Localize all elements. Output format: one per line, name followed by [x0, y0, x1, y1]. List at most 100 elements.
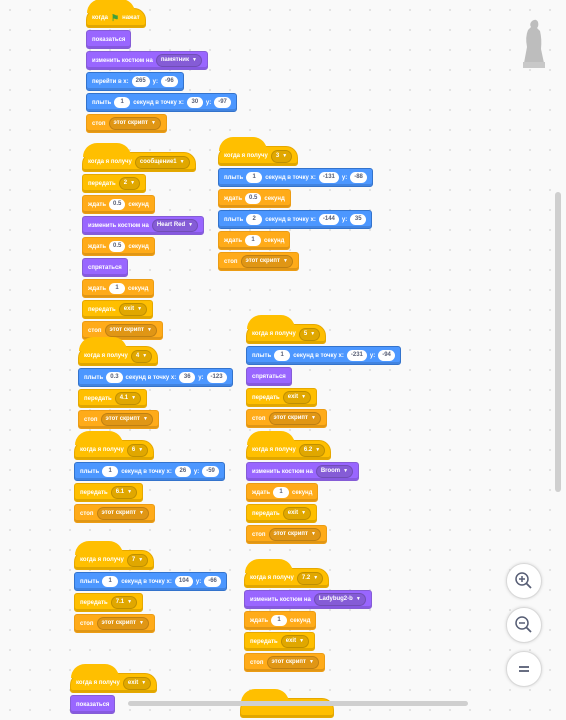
script-stack[interactable]: когда я получу 4 ▼ плыть 0.3 секунд в точку x… — [78, 336, 233, 431]
hat-block[interactable]: когда ⚑ нажат — [86, 0, 146, 28]
number-input[interactable]: -144 — [318, 214, 339, 225]
block-dropdown[interactable]: этот скрипт ▼ — [240, 255, 293, 268]
control-block[interactable]: стоп этот скрипт ▼ — [246, 525, 327, 544]
block-dropdown[interactable]: Broom ▼ — [315, 465, 354, 478]
number-input[interactable]: 104 — [174, 576, 193, 587]
control-block[interactable]: стоп этот скрипт ▼ — [86, 114, 167, 133]
hat-block[interactable]: когда я получу exit ▼ — [70, 664, 158, 693]
number-input[interactable]: 265 — [131, 76, 150, 87]
motion-block[interactable]: плыть 1 секунд в точку x: 30 y: -97 — [86, 93, 237, 112]
hat-block[interactable]: когда я получу 5 ▼ — [246, 315, 327, 344]
events-block[interactable]: передать exit ▼ — [244, 632, 316, 651]
script-stack[interactable]: когда я получу 3 ▼ плыть 1 секунд в точку x: -… — [218, 136, 373, 273]
block-dropdown[interactable]: 6 ▼ — [126, 443, 149, 457]
looks-block[interactable]: спрятаться — [246, 367, 292, 386]
motion-block[interactable]: плыть 2 секунд в точку x: -144 y: 35 — [218, 210, 373, 229]
script-stack[interactable]: когда я получу 7 ▼ плыть 1 секунд в точку x: 1… — [74, 540, 227, 635]
zoom-reset-button[interactable] — [506, 651, 542, 687]
number-input[interactable]: -97 — [214, 97, 231, 108]
hat-block[interactable]: когда я получу 3 ▼ — [218, 137, 299, 166]
control-block[interactable]: ждать 1 секунд — [218, 231, 291, 250]
number-input[interactable]: 1 — [271, 615, 288, 626]
script-stack[interactable]: когда я получу exit ▼ показаться — [70, 663, 158, 716]
block-dropdown[interactable]: Heart Red ▼ — [151, 219, 199, 232]
number-input[interactable]: 1 — [102, 466, 119, 477]
number-input[interactable]: 0.5 — [109, 241, 126, 252]
number-input[interactable]: -88 — [350, 172, 367, 183]
number-input[interactable]: 1 — [109, 283, 126, 294]
block-dropdown[interactable]: 4 ▼ — [130, 349, 153, 363]
number-input[interactable]: -96 — [161, 76, 178, 87]
block-dropdown[interactable]: памятник ▼ — [155, 54, 202, 67]
zoom-out-button[interactable] — [506, 607, 542, 643]
horizontal-scrollbar[interactable] — [128, 701, 468, 706]
number-input[interactable]: 1 — [274, 350, 291, 361]
vertical-scrollbar[interactable] — [555, 192, 561, 492]
block-dropdown[interactable]: сообщение1 ▼ — [134, 155, 190, 169]
block-dropdown[interactable]: 7.1 ▼ — [110, 596, 138, 609]
block-dropdown[interactable]: этот скрипт ▼ — [96, 617, 149, 630]
block-dropdown[interactable]: 3 ▼ — [270, 149, 293, 163]
number-input[interactable]: 1 — [102, 576, 119, 587]
number-input[interactable]: -123 — [206, 372, 227, 383]
events-block[interactable]: передать exit ▼ — [246, 388, 318, 407]
number-input[interactable]: 0.5 — [245, 193, 262, 204]
script-stack[interactable]: когда ⚑ нажат показаться изменить костюм на п… — [86, 0, 237, 135]
number-input[interactable]: 26 — [174, 466, 191, 477]
number-input[interactable]: 35 — [350, 214, 367, 225]
script-stack[interactable]: когда я получу 5 ▼ плыть 1 секунд в точку x: -… — [246, 314, 401, 430]
motion-block[interactable]: плыть 1 секунд в точку x: -131 y: -88 — [218, 168, 373, 187]
block-dropdown[interactable]: Ladybug2-b ▼ — [313, 593, 366, 606]
events-block[interactable]: передать 2 ▼ — [82, 174, 147, 193]
block-dropdown[interactable]: этот скрипт ▼ — [266, 656, 319, 669]
control-block[interactable]: ждать 0.5 секунд — [218, 189, 291, 208]
control-block[interactable]: стоп этот скрипт ▼ — [78, 410, 159, 429]
number-input[interactable]: 1 — [114, 97, 131, 108]
events-block[interactable]: передать 4.1 ▼ — [78, 389, 148, 408]
block-dropdown[interactable]: exit ▼ — [280, 635, 310, 648]
block-dropdown[interactable]: этот скрипт ▼ — [100, 413, 153, 426]
number-input[interactable]: 1 — [273, 487, 290, 498]
number-input[interactable]: 30 — [186, 97, 203, 108]
number-input[interactable]: -94 — [378, 350, 395, 361]
hat-block[interactable]: когда я получу 7 ▼ — [74, 541, 155, 570]
control-block[interactable]: ждать 1 секунд — [246, 483, 319, 502]
zoom-in-button[interactable] — [506, 563, 542, 599]
number-input[interactable]: -231 — [346, 350, 367, 361]
hat-block[interactable]: когда я получу сообщение1 ▼ — [82, 143, 196, 172]
script-stack[interactable]: когда я получу 7.2 ▼ изменить костюм на Lady… — [244, 558, 372, 674]
block-dropdown[interactable]: этот скрипт ▼ — [268, 412, 321, 425]
looks-block[interactable]: спрятаться — [82, 258, 128, 277]
motion-block[interactable]: плыть 1 секунд в точку x: -231 y: -94 — [246, 346, 401, 365]
control-block[interactable]: ждать 0.5 секунд — [82, 237, 155, 256]
control-block[interactable]: стоп этот скрипт ▼ — [74, 504, 155, 523]
control-block[interactable]: ждать 0.5 секунд — [82, 195, 155, 214]
code-workspace[interactable]: когда ⚑ нажат показаться изменить костюм на п… — [0, 0, 566, 718]
hat-block[interactable]: когда я получу 7.2 ▼ — [244, 559, 330, 588]
block-dropdown[interactable]: этот скрипт ▼ — [108, 117, 161, 130]
number-input[interactable]: 1 — [245, 235, 262, 246]
block-dropdown[interactable]: exit ▼ — [282, 391, 312, 404]
script-stack[interactable]: когда я получу 6 ▼ плыть 1 секунд в точку x: 2… — [74, 430, 225, 525]
control-block[interactable]: стоп этот скрипт ▼ — [244, 653, 325, 672]
script-stack[interactable]: когда я получу сообщение1 ▼ передать 2 ▼ ждать… — [82, 142, 205, 342]
motion-block[interactable]: перейти в x: 265 y: -96 — [86, 72, 184, 91]
looks-block[interactable]: изменить костюм на Heart Red ▼ — [82, 216, 205, 235]
number-input[interactable]: 36 — [179, 372, 196, 383]
script-stack[interactable]: когда я получу 6.2 ▼ изменить костюм на Broo… — [246, 430, 360, 546]
looks-block[interactable]: изменить костюм на Ladybug2-b ▼ — [244, 590, 372, 609]
block-dropdown[interactable]: 7 ▼ — [126, 553, 149, 567]
looks-block[interactable]: показаться — [86, 30, 132, 49]
block-dropdown[interactable]: 6.1 ▼ — [110, 486, 138, 499]
number-input[interactable]: 0.5 — [109, 199, 126, 210]
block-dropdown[interactable]: 6.2 ▼ — [298, 443, 326, 457]
block-dropdown[interactable]: 5 ▼ — [298, 327, 321, 341]
number-input[interactable]: -66 — [204, 576, 221, 587]
block-dropdown[interactable]: 4.1 ▼ — [114, 392, 142, 405]
control-block[interactable]: стоп этот скрипт ▼ — [74, 614, 155, 633]
looks-block[interactable]: показаться — [70, 695, 116, 714]
events-block[interactable]: передать 6.1 ▼ — [74, 483, 144, 502]
block-dropdown[interactable]: exit ▼ — [118, 303, 148, 316]
block-dropdown[interactable]: 2 ▼ — [118, 177, 141, 190]
events-block[interactable]: передать exit ▼ — [246, 504, 318, 523]
